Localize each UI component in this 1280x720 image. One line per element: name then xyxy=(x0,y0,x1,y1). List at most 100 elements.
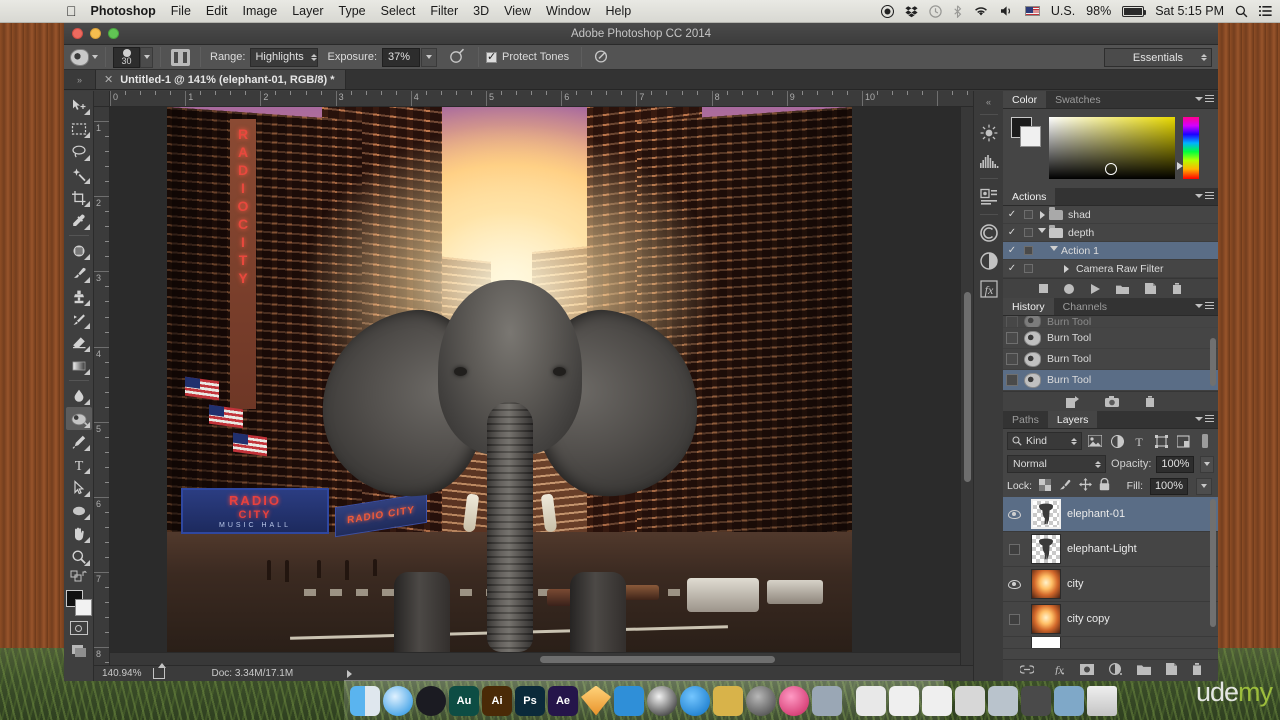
adjustment-layer-icon[interactable] xyxy=(1108,662,1122,678)
horizontal-ruler[interactable]: 0 1 2 3 4 5 6 7 8 9 10 xyxy=(110,91,973,107)
dock-image-capture-icon[interactable] xyxy=(812,685,842,716)
clone-stamp-tool[interactable] xyxy=(66,285,92,308)
path-selection-tool[interactable] xyxy=(66,476,92,499)
history-scrollbar[interactable] xyxy=(1210,338,1216,386)
brush-panel-icon[interactable] xyxy=(171,48,190,66)
document-tab[interactable]: ✕ Untitled-1 @ 141% (elephant-01, RGB/8)… xyxy=(96,70,346,89)
dock-itunes-icon[interactable] xyxy=(779,685,809,716)
background-color-swatch[interactable] xyxy=(74,599,92,616)
menu-item-3d[interactable]: 3D xyxy=(473,4,489,18)
airbrush-icon[interactable] xyxy=(449,47,466,67)
panel-menu-icon[interactable] xyxy=(1195,95,1214,102)
menu-item-window[interactable]: Window xyxy=(546,4,590,18)
minimize-window-button[interactable] xyxy=(90,28,101,39)
magic-wand-tool[interactable] xyxy=(66,163,92,186)
dock-paint-icon[interactable] xyxy=(614,685,644,716)
menu-item-help[interactable]: Help xyxy=(605,4,631,18)
dropbox-icon[interactable] xyxy=(905,5,918,18)
chevron-down-icon[interactable] xyxy=(1035,228,1049,237)
action-dialog-toggle[interactable] xyxy=(1021,210,1035,219)
canvas-vertical-scrollbar[interactable] xyxy=(960,107,973,665)
color-swatches[interactable] xyxy=(65,590,92,616)
dock-safari-icon[interactable] xyxy=(383,685,413,716)
brush-preset-picker-button[interactable] xyxy=(140,46,153,68)
layer-thumbnail[interactable] xyxy=(1031,637,1061,648)
stop-icon[interactable] xyxy=(1039,284,1048,293)
close-icon[interactable]: ✕ xyxy=(104,73,113,86)
history-snapshot-box[interactable] xyxy=(1006,332,1018,344)
dock-sketchbook-icon[interactable] xyxy=(988,685,1018,716)
menu-item-image[interactable]: Image xyxy=(242,4,277,18)
layer-style-fx-icon[interactable]: fx xyxy=(1049,663,1065,678)
fill-slider-button[interactable] xyxy=(1196,477,1212,495)
protect-tones-checkbox[interactable]: Protect Tones xyxy=(486,50,569,63)
menu-item-edit[interactable]: Edit xyxy=(206,4,228,18)
tab-history[interactable]: History xyxy=(1003,298,1054,315)
tools-collapse-button[interactable]: » xyxy=(64,70,96,89)
chevron-right-icon[interactable] xyxy=(1059,264,1073,273)
tab-color[interactable]: Color xyxy=(1003,91,1047,108)
menu-item-filter[interactable]: Filter xyxy=(430,4,458,18)
new-document-from-state-icon[interactable] xyxy=(1066,395,1079,408)
share-icon[interactable] xyxy=(153,663,167,679)
action-enabled-check[interactable]: ✓ xyxy=(1003,263,1021,274)
tab-actions[interactable]: Actions xyxy=(1003,188,1056,205)
layer-name[interactable]: city xyxy=(1067,578,1084,590)
cc-libraries-icon[interactable] xyxy=(977,220,1001,245)
history-row[interactable]: Burn Tool xyxy=(1003,349,1218,370)
layer-visibility-toggle[interactable] xyxy=(1003,543,1025,555)
action-dialog-toggle[interactable] xyxy=(1021,228,1035,237)
lasso-tool[interactable] xyxy=(66,140,92,163)
dock-app-store-icon[interactable] xyxy=(680,685,710,716)
layer-name[interactable]: elephant-Light xyxy=(1067,543,1137,555)
dock-appcleaner-icon[interactable] xyxy=(713,685,743,716)
quick-mask-button[interactable] xyxy=(69,621,88,635)
panel-menu-icon[interactable] xyxy=(1195,415,1214,422)
new-group-icon[interactable] xyxy=(1136,664,1151,678)
action-dialog-toggle[interactable] xyxy=(1021,264,1035,273)
fill-value[interactable]: 100% xyxy=(1150,477,1188,495)
blend-mode-select[interactable]: Normal xyxy=(1007,455,1107,473)
history-snapshot-box[interactable] xyxy=(1006,374,1018,386)
battery-icon[interactable] xyxy=(1122,5,1147,17)
history-brush-tool[interactable] xyxy=(66,308,92,331)
history-row[interactable]: Burn Tool xyxy=(1003,328,1218,349)
dock-folder-icon[interactable] xyxy=(1054,685,1084,716)
history-snapshot-box[interactable] xyxy=(1006,316,1018,327)
action-row[interactable]: ✓ shad xyxy=(1003,206,1218,224)
panel-menu-icon[interactable] xyxy=(1195,302,1214,309)
exposure-input[interactable]: 37% xyxy=(382,47,421,67)
new-layer-icon[interactable] xyxy=(1165,663,1177,678)
new-set-icon[interactable] xyxy=(1116,284,1129,294)
delete-layer-icon[interactable] xyxy=(1192,663,1202,678)
action-enabled-check[interactable]: ✓ xyxy=(1003,227,1021,238)
action-enabled-check[interactable]: ✓ xyxy=(1003,245,1021,256)
dock-quicktime-icon[interactable] xyxy=(416,685,446,716)
dock-document-orange-icon[interactable] xyxy=(889,685,919,716)
record-icon[interactable] xyxy=(880,4,894,18)
action-row[interactable]: ✓ Action 1 xyxy=(1003,242,1218,260)
play-arrow-icon[interactable] xyxy=(347,669,353,678)
apple-icon[interactable]:  xyxy=(66,4,77,18)
type-tool[interactable]: T xyxy=(66,453,92,476)
properties-icon[interactable] xyxy=(977,184,1001,209)
tool-preset-picker[interactable] xyxy=(70,48,98,66)
menu-item-select[interactable]: Select xyxy=(381,4,416,18)
opacity-slider-button[interactable] xyxy=(1200,455,1214,473)
layer-thumbnail[interactable] xyxy=(1031,534,1061,564)
hue-slider[interactable] xyxy=(1177,117,1199,179)
dock-document-orange2-icon[interactable] xyxy=(922,685,952,716)
lock-image-icon[interactable] xyxy=(1058,479,1072,494)
dock-photo-icon[interactable] xyxy=(1021,685,1051,716)
dock-illustrator-icon[interactable]: Ai xyxy=(482,685,512,716)
action-dialog-toggle[interactable] xyxy=(1021,246,1035,255)
adjustments-icon[interactable] xyxy=(977,248,1001,273)
layer-row-partial[interactable] xyxy=(1003,637,1218,649)
menu-item-type[interactable]: Type xyxy=(339,4,366,18)
move-tool[interactable] xyxy=(66,94,92,117)
layer-row-elephant-light[interactable]: elephant-Light xyxy=(1003,532,1218,567)
menu-item-file[interactable]: File xyxy=(171,4,191,18)
zoom-tool[interactable] xyxy=(66,545,92,568)
canvas-artwork[interactable]: R A D I O C I T Y RADIO CITY MUSIC HALL … xyxy=(167,107,852,652)
canvas-area[interactable]: 0 1 2 3 4 5 6 7 8 9 10 12345678 R A D I … xyxy=(94,91,973,681)
